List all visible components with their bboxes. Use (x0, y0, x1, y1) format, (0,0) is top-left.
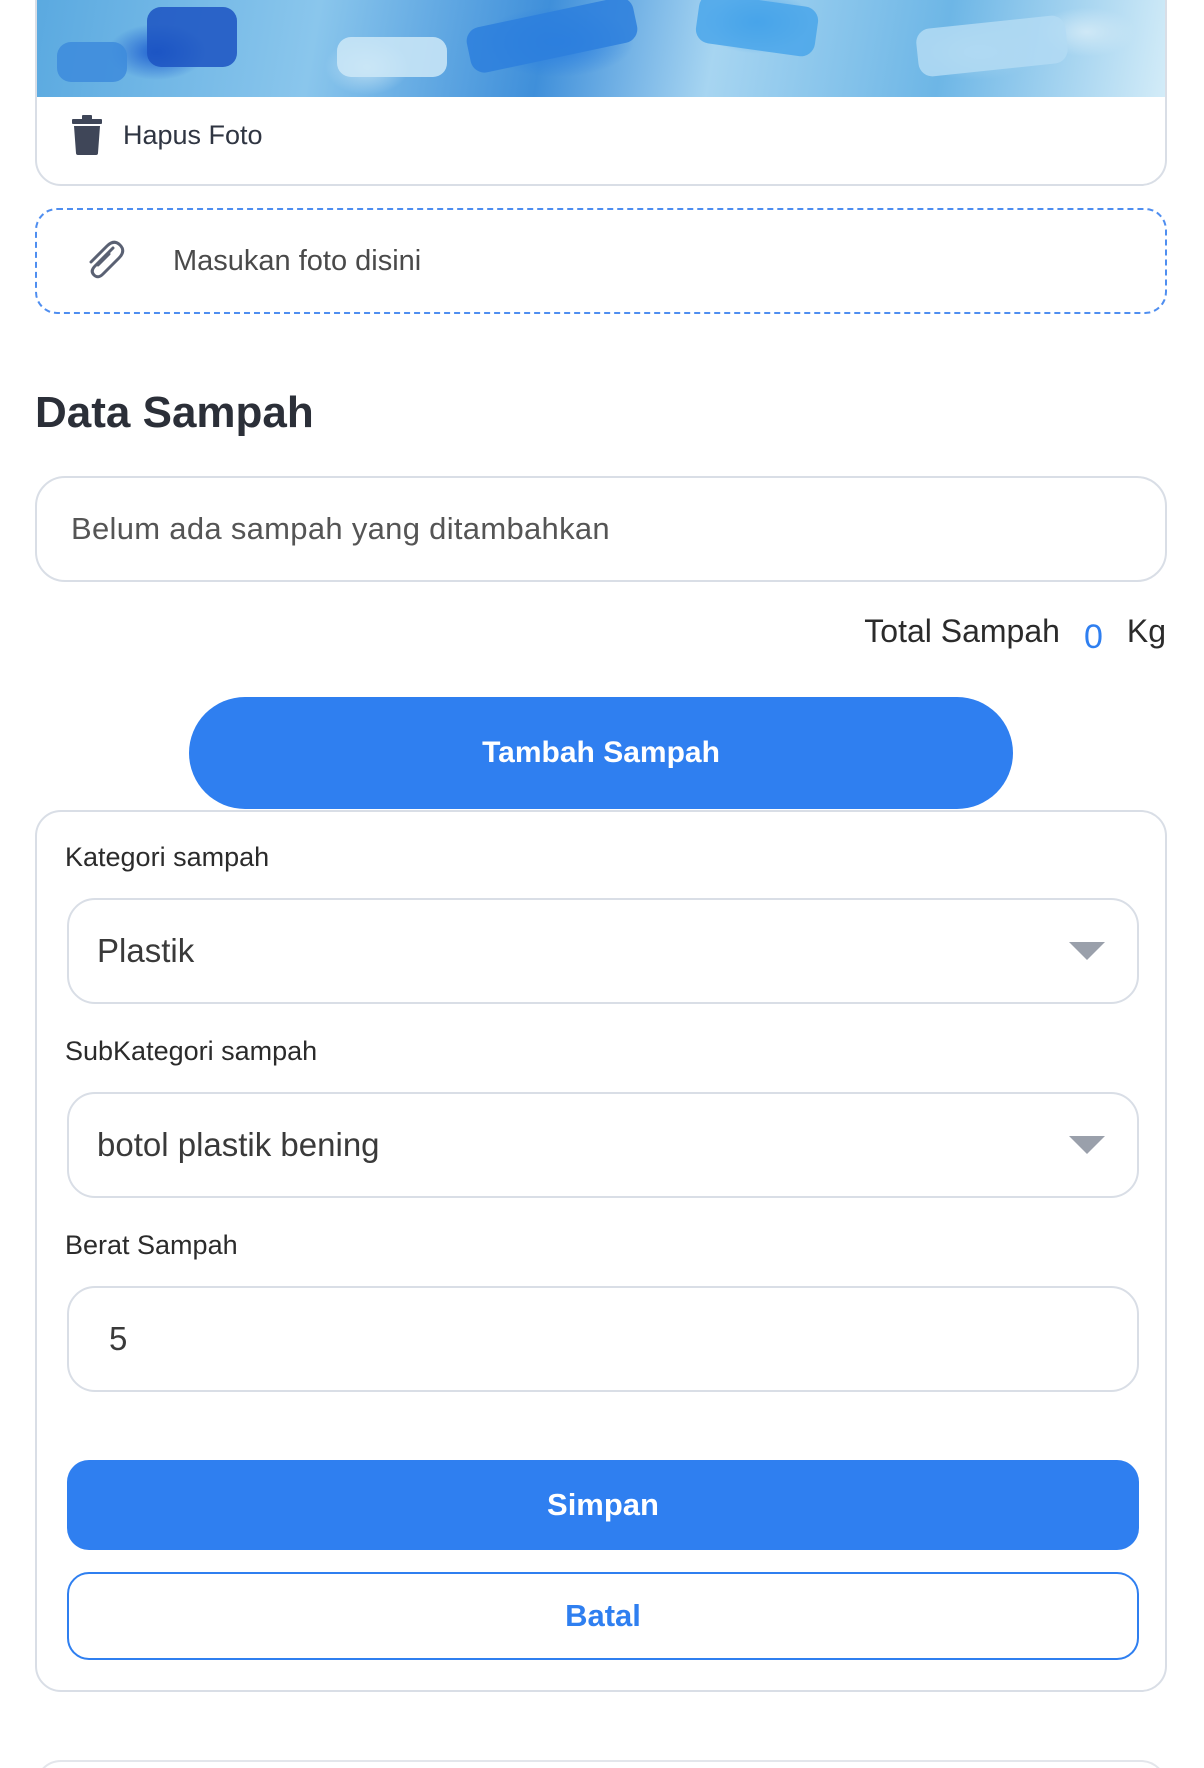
add-waste-button[interactable]: Tambah Sampah (189, 697, 1013, 809)
add-waste-form: Kategori sampah Plastik SubKategori samp… (35, 810, 1167, 1692)
upload-label: Masukan foto disini (173, 244, 422, 277)
uploaded-photo (37, 0, 1165, 97)
delete-photo-label: Hapus Foto (123, 119, 263, 150)
total-label: Total Sampah (864, 613, 1060, 649)
category-value: Plastik (97, 932, 195, 969)
subcategory-label: SubKategori sampah (65, 1036, 318, 1066)
weight-value: 5 (109, 1320, 128, 1357)
empty-state-text: Belum ada sampah yang ditambahkan (71, 511, 610, 546)
cancel-button[interactable]: Batal (67, 1572, 1139, 1660)
waste-list-empty: Belum ada sampah yang ditambahkan (35, 476, 1167, 582)
weight-input[interactable]: 5 (67, 1286, 1139, 1392)
total-waste: Total Sampah 0 Kg (864, 612, 1166, 656)
category-label: Kategori sampah (65, 842, 270, 872)
photo-card: Hapus Foto (35, 0, 1167, 186)
photo-upload-dropzone[interactable]: Masukan foto disini (35, 208, 1167, 314)
total-value: 0 (1083, 618, 1103, 656)
page: Hapus Foto Masukan foto disini Data Samp… (0, 0, 1204, 1768)
weight-label: Berat Sampah (65, 1230, 238, 1260)
category-select[interactable]: Plastik (67, 898, 1139, 1004)
subcategory-value: botol plastik bening (97, 1126, 380, 1163)
section-title: Data Sampah (35, 388, 314, 437)
next-card (35, 1760, 1167, 1768)
paperclip-icon (89, 240, 125, 279)
subcategory-select[interactable]: botol plastik bening (67, 1092, 1139, 1198)
trash-icon (72, 115, 102, 155)
chevron-down-icon (1069, 942, 1105, 960)
save-button[interactable]: Simpan (67, 1460, 1139, 1550)
chevron-down-icon (1069, 1136, 1105, 1154)
delete-photo-button[interactable]: Hapus Foto (71, 115, 263, 155)
total-unit: Kg (1126, 613, 1166, 649)
